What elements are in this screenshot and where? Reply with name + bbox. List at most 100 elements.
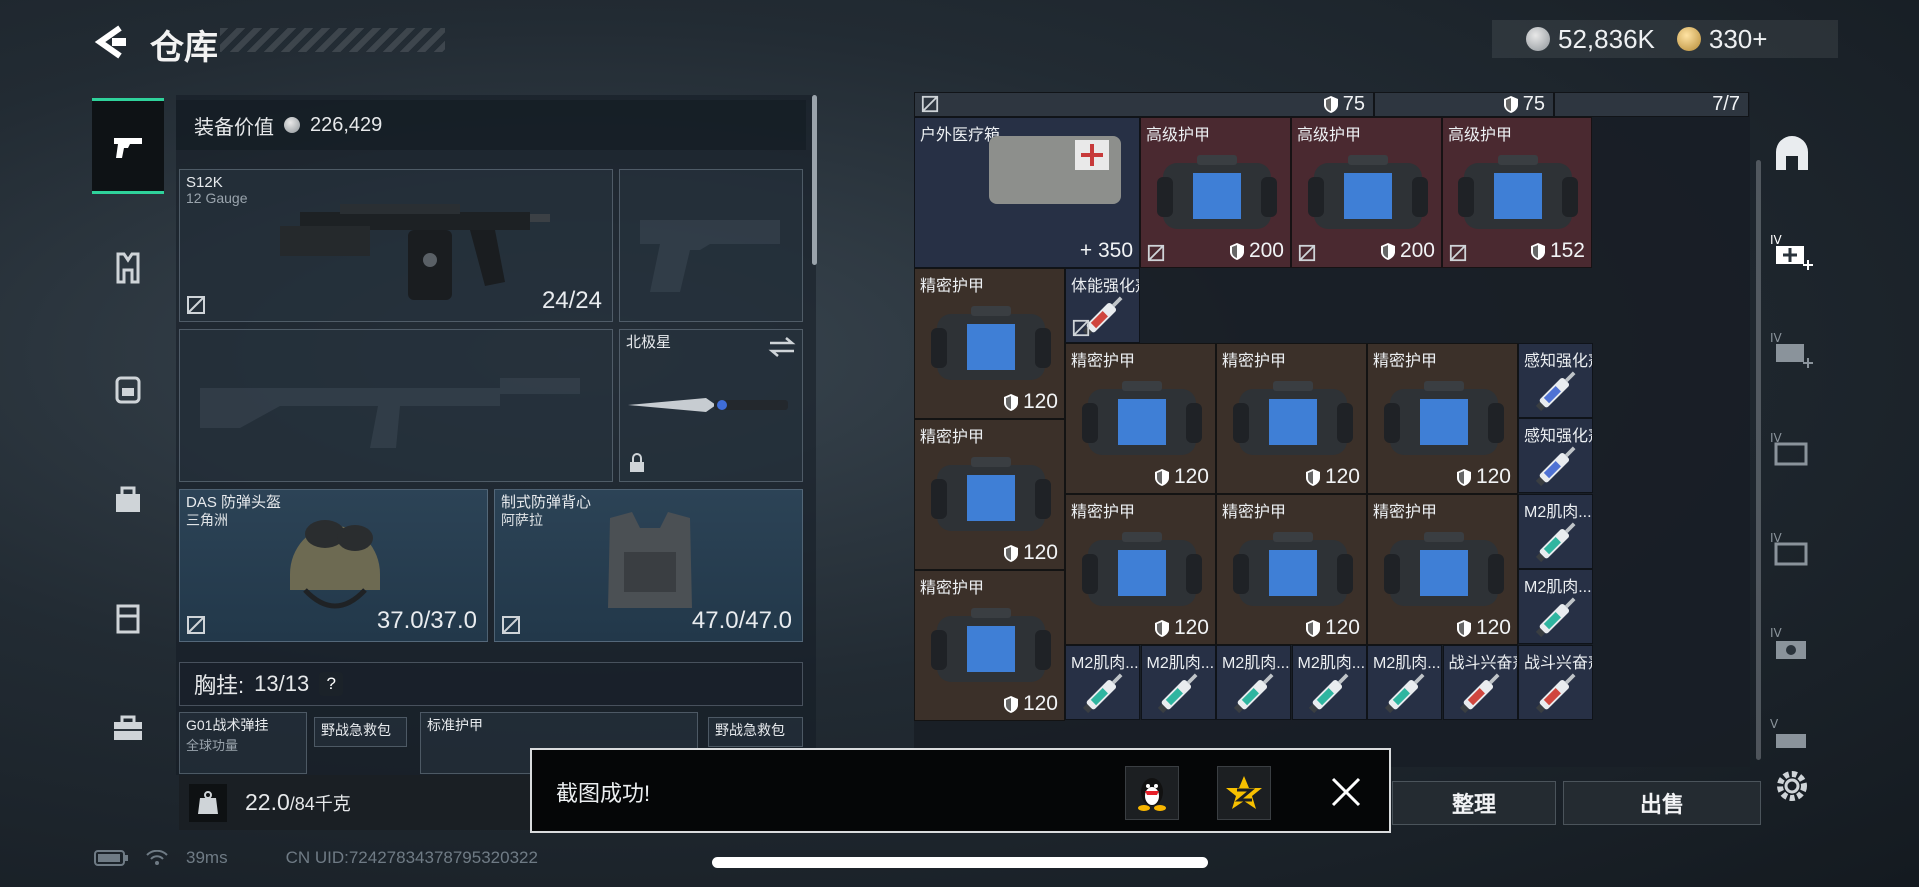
inventory-item[interactable]: 感知强化剂 [1518, 343, 1593, 418]
item-value: 120 [1003, 541, 1058, 565]
inventory-item[interactable]: 精密护甲 120 [1367, 494, 1518, 645]
rig-item-name: 野战急救包 [321, 722, 391, 738]
home-indicator[interactable] [712, 857, 1208, 868]
equipment-value: 226,429 [310, 113, 383, 136]
sidebar-item-pouch[interactable] [92, 450, 164, 546]
armor-bag-icon [1232, 380, 1353, 455]
inventory-item[interactable]: M2肌肉... [1367, 645, 1442, 720]
tab-case-iv[interactable]: IV [1762, 520, 1822, 580]
inventory-item[interactable]: 精密护甲 120 [1065, 343, 1216, 494]
container-tabs: IV IV IV IV IV V [1762, 110, 1824, 770]
syringe-icon [1535, 597, 1575, 638]
sidebar-item-weapons[interactable] [92, 98, 164, 194]
armor-value: 75 [1342, 93, 1365, 115]
item-name: 高级护甲 [1297, 127, 1362, 144]
armor-bag-icon [1081, 531, 1202, 606]
share-qzone-button[interactable] [1217, 766, 1271, 820]
item-name: 精密护甲 [1373, 353, 1438, 370]
armor-bag-icon [1383, 380, 1504, 455]
sidebar-item-case[interactable] [92, 570, 164, 666]
sidebar-item-backpack[interactable] [92, 340, 164, 436]
sell-button[interactable]: 出售 [1563, 781, 1761, 825]
inventory-item[interactable]: M2肌肉... [1065, 645, 1140, 720]
inventory-item[interactable]: 精密护甲 120 [1216, 494, 1367, 645]
inventory-item[interactable]: 战斗兴奋剂 [1442, 645, 1518, 720]
inventory-item[interactable]: 精密护甲 120 [914, 419, 1065, 570]
partial-item-cell[interactable]: 75 [914, 92, 1374, 117]
rig-slot[interactable]: G01战术弹挂 全球功量 [179, 712, 307, 774]
inventory-item[interactable]: 高级护甲 200 [1291, 117, 1442, 268]
qzone-star-icon [1226, 776, 1262, 809]
sidebar-item-rig[interactable] [92, 220, 164, 316]
silver-coin-icon [1526, 27, 1550, 51]
inventory-scrollbar[interactable] [1756, 160, 1761, 760]
inventory-item[interactable]: 精密护甲 120 [914, 570, 1065, 721]
armor-bag-icon [930, 456, 1051, 531]
rig-item-name: G01战术弹挂 [186, 717, 269, 733]
sidebar-item-toolbox[interactable] [92, 680, 164, 776]
tab-safe-box[interactable] [1762, 124, 1822, 184]
armor-bag-icon [930, 607, 1051, 682]
ping-text: 39ms [186, 848, 228, 867]
sort-button[interactable]: 整理 [1392, 781, 1556, 825]
tab-medical-iv-2[interactable]: IV [1762, 320, 1822, 380]
armor-value: 75 [1522, 93, 1545, 115]
item-value: 120 [1456, 465, 1511, 489]
armor-shield-icon [1003, 393, 1018, 411]
armor-shield-icon [1154, 468, 1169, 486]
inventory-item[interactable]: M2肌肉... [1291, 645, 1367, 720]
inventory-item[interactable]: M2肌肉... [1140, 645, 1216, 720]
inventory-item[interactable]: 精密护甲 120 [914, 268, 1065, 419]
stack-count: 7/7 [1712, 93, 1740, 115]
armor-shield-icon [1456, 619, 1471, 637]
page-title: 仓库 [150, 29, 218, 67]
tab-folder-iv[interactable]: IV [1762, 420, 1822, 480]
close-icon[interactable] [1327, 773, 1365, 811]
tab-box-v[interactable]: V [1762, 706, 1822, 766]
inventory-item[interactable]: 精密护甲 120 [1216, 343, 1367, 494]
no-insure-icon [187, 296, 205, 314]
gold-currency[interactable]: 330+ [1676, 24, 1767, 55]
inventory-item[interactable]: 感知强化剂 [1518, 418, 1593, 493]
inventory-item[interactable]: M2肌肉... [1518, 494, 1593, 569]
share-qq-button[interactable] [1125, 766, 1179, 820]
inventory-item[interactable]: 高级护甲 152 [1442, 117, 1592, 268]
folder-icon: IV [1770, 431, 1808, 466]
inventory-item[interactable]: 体能强化剂 [1065, 268, 1140, 343]
back-arrow-icon[interactable] [90, 22, 130, 62]
tab-medical-iv[interactable]: IV [1762, 222, 1822, 282]
pistol-slot[interactable] [619, 169, 803, 322]
item-value: 200 [1380, 239, 1435, 263]
helmet-slot[interactable]: DAS 防弹头盔 三角洲 37.0/37.0 [179, 489, 488, 642]
weight-max: /84千克 [289, 794, 351, 814]
chest-rig-header[interactable]: 胸挂: 13/13 ? [179, 662, 803, 706]
loadout-scrollbar[interactable] [812, 95, 817, 265]
rifle-placeholder-icon [200, 378, 580, 448]
swap-icon[interactable] [768, 336, 796, 358]
weight-icon [189, 783, 227, 822]
svg-text:IV: IV [1770, 233, 1783, 247]
tab-camera-iv[interactable]: IV [1762, 615, 1822, 675]
settings-gear-icon[interactable] [1770, 764, 1814, 808]
inventory-item[interactable]: 精密护甲 120 [1065, 494, 1216, 645]
partial-item-cell[interactable]: 75 [1374, 92, 1554, 117]
inventory-item[interactable]: 战斗兴奋剂 [1518, 645, 1593, 720]
inventory-item[interactable]: M2肌肉... [1518, 569, 1593, 644]
rig-item-slot[interactable]: 野战急救包 [314, 717, 407, 747]
melee-slot[interactable]: 北极星 [619, 329, 803, 482]
inventory-item[interactable]: M2肌肉... [1216, 645, 1291, 720]
rig-item-slot[interactable]: 野战急救包 [708, 717, 803, 747]
body-armor-slot[interactable]: 制式防弹背心 阿萨拉 47.0/47.0 [494, 489, 803, 642]
inventory-item[interactable]: 户外医疗箱 + 350 [914, 117, 1140, 268]
item-value: 152 [1530, 239, 1585, 263]
inventory-item[interactable]: 高级护甲 200 [1140, 117, 1291, 268]
silver-currency[interactable]: 52,836K [1526, 24, 1655, 55]
help-icon[interactable]: ? [319, 672, 344, 696]
partial-item-cell[interactable]: 7/7 [1554, 92, 1749, 117]
weight-current: 22.0 [245, 789, 290, 815]
secondary-weapon-slot[interactable] [179, 329, 613, 482]
armor-shield-icon [1305, 619, 1320, 637]
armor-shield-icon [1305, 468, 1320, 486]
inventory-item[interactable]: 精密护甲 120 [1367, 343, 1518, 494]
primary-weapon-slot[interactable]: S12K 12 Gauge 24/24 [179, 169, 613, 322]
